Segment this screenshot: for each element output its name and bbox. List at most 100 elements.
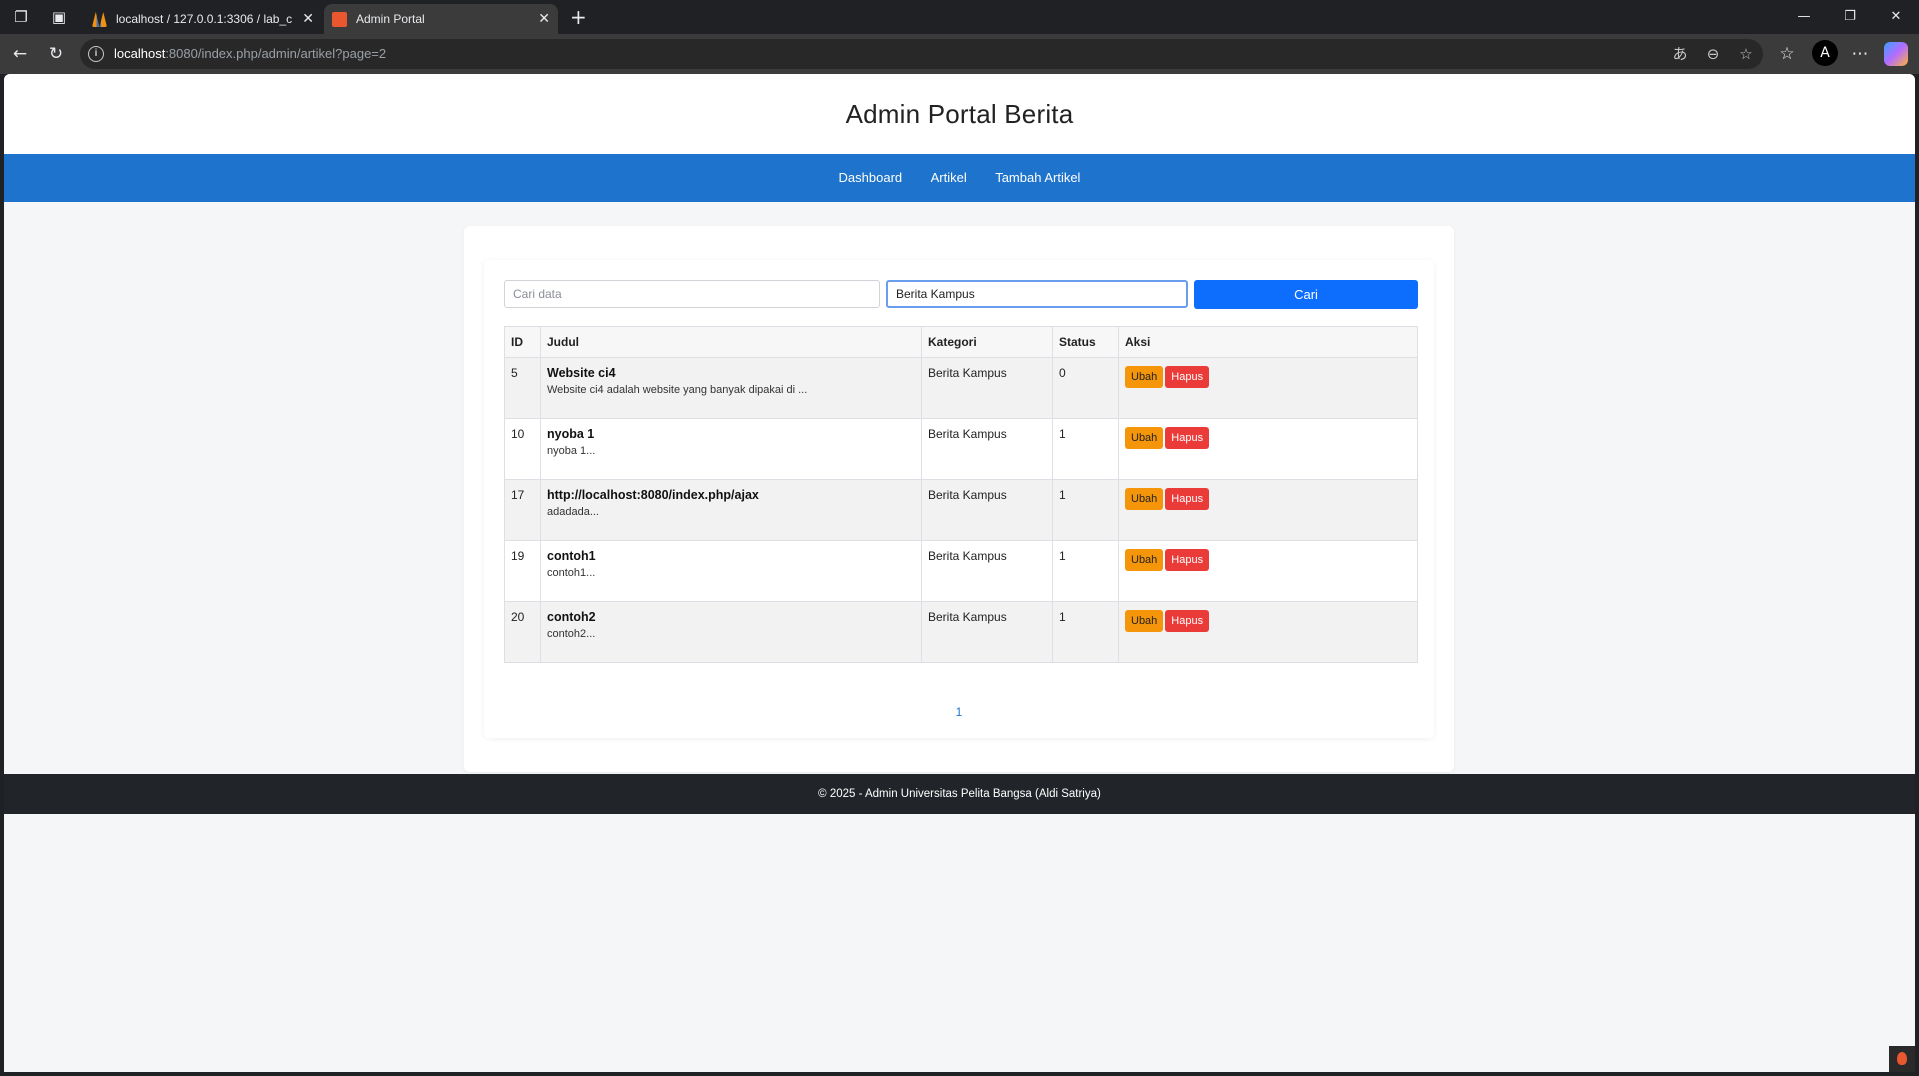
cell-aksi: Ubah Hapus (1118, 540, 1418, 602)
delete-button[interactable]: Hapus (1165, 427, 1210, 449)
cell-aksi: Ubah Hapus (1118, 418, 1418, 480)
edit-button[interactable]: Ubah (1125, 488, 1164, 510)
nav-link-dashboard[interactable]: Dashboard (839, 170, 903, 185)
profile-avatar[interactable]: A (1812, 40, 1838, 66)
pagination: 1 (484, 703, 1434, 721)
more-options-icon[interactable]: ⋯ (1848, 42, 1872, 66)
cell-kategori: Berita Kampus (921, 540, 1053, 602)
url-text[interactable]: localhost:8080/index.php/admin/artikel?p… (114, 39, 386, 69)
table-row: 10 nyoba 1 nyoba 1... Berita Kampus 1 Ub… (504, 418, 1418, 480)
close-tab-icon[interactable]: ✕ (538, 4, 550, 34)
article-excerpt: nyoba 1... (547, 445, 596, 457)
edit-button[interactable]: Ubah (1125, 427, 1164, 449)
cell-status: 1 (1052, 479, 1119, 541)
phpmyadmin-favicon-icon (92, 12, 107, 27)
category-filter-input[interactable] (886, 280, 1188, 308)
table-row: 20 contoh2 contoh2... Berita Kampus 1 Ub… (504, 601, 1418, 663)
new-tab-icon[interactable]: + (570, 4, 587, 30)
cell-id: 20 (504, 601, 541, 663)
favorites-icon[interactable]: ☆ (1775, 42, 1799, 66)
table-row: 19 contoh1 contoh1... Berita Kampus 1 Ub… (504, 540, 1418, 602)
close-window-icon[interactable]: ✕ (1873, 0, 1919, 34)
cell-status: 1 (1052, 540, 1119, 602)
edit-button[interactable]: Ubah (1125, 610, 1164, 632)
restore-icon[interactable]: ❐ (1827, 0, 1873, 34)
cell-id: 17 (504, 479, 541, 541)
cell-judul: contoh2 contoh2... (540, 601, 922, 663)
article-title: Website ci4 (547, 366, 616, 380)
cell-aksi: Ubah Hapus (1118, 357, 1418, 419)
site-footer: © 2025 - Admin Universitas Pelita Bangsa… (4, 774, 1915, 814)
nav-link-artikel[interactable]: Artikel (931, 170, 967, 185)
cell-judul: http://localhost:8080/index.php/ajax ada… (540, 479, 922, 541)
column-header-judul: Judul (540, 326, 922, 358)
article-title: contoh2 (547, 610, 596, 624)
cell-judul: nyoba 1 nyoba 1... (540, 418, 922, 480)
cell-status: 1 (1052, 418, 1119, 480)
article-table: ID Judul Kategori Status Aksi 5 Website … (504, 326, 1418, 663)
search-button[interactable]: Cari (1194, 280, 1418, 309)
minimize-icon[interactable]: — (1781, 0, 1827, 34)
browser-toolbar: ← ↻ i localhost:8080/index.php/admin/art… (0, 34, 1919, 74)
delete-button[interactable]: Hapus (1165, 610, 1210, 632)
article-excerpt: adadada... (547, 506, 599, 518)
article-title: nyoba 1 (547, 427, 595, 441)
edit-button[interactable]: Ubah (1125, 366, 1164, 388)
read-aloud-icon[interactable]: あ (1668, 42, 1692, 66)
cell-id: 10 (504, 418, 541, 480)
cell-kategori: Berita Kampus (921, 418, 1053, 480)
site-header: Admin Portal Berita (4, 74, 1915, 154)
table-row: 17 http://localhost:8080/index.php/ajax … (504, 479, 1418, 541)
back-icon[interactable]: ← (8, 42, 32, 66)
cell-id: 19 (504, 540, 541, 602)
codeigniter-toolbar-icon[interactable] (1889, 1046, 1915, 1072)
cell-kategori: Berita Kampus (921, 479, 1053, 541)
search-input[interactable] (504, 280, 880, 308)
site-info-icon[interactable]: i (88, 46, 104, 62)
footer-text: © 2025 - Admin Universitas Pelita Bangsa… (818, 788, 1101, 800)
browser-tab-bar: ❐ ▣ localhost / 127.0.0.1:3306 / lab_ci … (0, 0, 1919, 34)
column-header-aksi: Aksi (1118, 326, 1418, 358)
favorite-star-icon[interactable]: ☆ (1734, 42, 1758, 66)
table-row: 5 Website ci4 Website ci4 adalah website… (504, 357, 1418, 419)
main-nav: Dashboard Artikel Tambah Artikel (4, 154, 1915, 202)
delete-button[interactable]: Hapus (1165, 366, 1210, 388)
column-header-kategori: Kategori (921, 326, 1053, 358)
column-header-status: Status (1052, 326, 1119, 358)
article-excerpt: contoh2... (547, 628, 596, 640)
cell-id: 5 (504, 357, 541, 419)
browser-tab-admin-portal[interactable]: Admin Portal ✕ (324, 4, 558, 34)
close-tab-icon[interactable]: ✕ (302, 4, 314, 34)
delete-button[interactable]: Hapus (1165, 549, 1210, 571)
table-header-row: ID Judul Kategori Status Aksi (504, 326, 1418, 358)
article-excerpt: contoh1... (547, 567, 596, 579)
address-bar[interactable]: i localhost:8080/index.php/admin/artikel… (80, 39, 1763, 69)
cell-status: 0 (1052, 357, 1119, 419)
cell-judul: Website ci4 Website ci4 adalah website y… (540, 357, 922, 419)
browser-tab-phpmyadmin[interactable]: localhost / 127.0.0.1:3306 / lab_ci ✕ (84, 4, 322, 34)
zoom-icon[interactable]: ⊖ (1701, 42, 1725, 66)
article-title: http://localhost:8080/index.php/ajax (547, 488, 759, 502)
pagination-link-1[interactable]: 1 (956, 705, 963, 719)
page-viewport: Admin Portal Berita Dashboard Artikel Ta… (4, 74, 1915, 1072)
workspaces-icon[interactable]: ❐ (10, 6, 32, 28)
cell-kategori: Berita Kampus (921, 601, 1053, 663)
nav-link-tambah-artikel[interactable]: Tambah Artikel (995, 170, 1080, 185)
cell-status: 1 (1052, 601, 1119, 663)
column-header-id: ID (504, 326, 541, 358)
tab-title: Admin Portal (356, 12, 425, 26)
reload-icon[interactable]: ↻ (44, 42, 68, 66)
article-title: contoh1 (547, 549, 596, 563)
content-card: Cari ID Judul Kategori Status Aksi 5 (464, 226, 1454, 772)
cell-judul: contoh1 contoh1... (540, 540, 922, 602)
cell-aksi: Ubah Hapus (1118, 601, 1418, 663)
tab-actions-icon[interactable]: ▣ (48, 6, 70, 28)
page-title: Admin Portal Berita (845, 99, 1074, 129)
codeigniter-favicon-icon (332, 12, 347, 27)
cell-aksi: Ubah Hapus (1118, 479, 1418, 541)
cell-kategori: Berita Kampus (921, 357, 1053, 419)
edit-button[interactable]: Ubah (1125, 549, 1164, 571)
article-panel: Cari ID Judul Kategori Status Aksi 5 (484, 260, 1434, 738)
copilot-icon[interactable] (1884, 42, 1908, 66)
delete-button[interactable]: Hapus (1165, 488, 1210, 510)
